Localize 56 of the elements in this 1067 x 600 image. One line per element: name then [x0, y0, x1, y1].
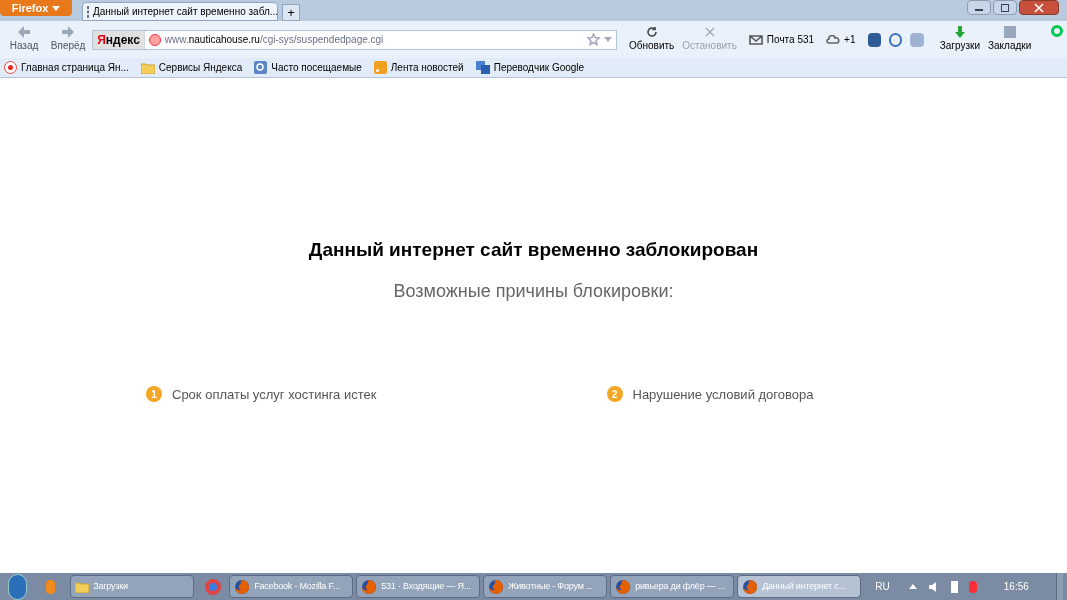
caret-icon	[52, 5, 61, 11]
rss-icon	[373, 61, 387, 74]
browser-tab[interactable]: Данный интернет сайт временно забл...	[82, 2, 278, 21]
yandex-logo: Яндекс	[93, 30, 145, 49]
star-icon[interactable]	[587, 33, 600, 46]
cloud-icon	[826, 35, 841, 44]
bookmark-item[interactable]: Переводчик Google	[475, 60, 585, 75]
new-tab-button[interactable]: +	[282, 4, 300, 21]
bookmark-item[interactable]: Лента новостей	[373, 60, 464, 75]
reload-icon	[645, 26, 658, 38]
tab-title: Данный интернет сайт временно забл...	[93, 5, 279, 19]
bookmarks-button[interactable]: Закладки	[988, 26, 1032, 53]
firefox-icon	[488, 578, 505, 595]
back-arrow-icon	[18, 26, 31, 38]
folder-icon	[75, 580, 90, 593]
magnifier-icon	[254, 61, 268, 74]
close-button[interactable]	[1019, 0, 1059, 15]
start-button[interactable]	[8, 573, 27, 600]
bookmark-item[interactable]: Сервисы Яндекса	[140, 60, 243, 75]
download-arrow-icon	[953, 26, 966, 38]
reason-text: Срок оплаты услуг хостинга истек	[172, 385, 377, 404]
url-text: www.nauticahouse.ru/cgi-sys/suspendedpage.cgi	[164, 33, 384, 47]
reload-button[interactable]: Обновить	[629, 26, 675, 53]
sync-icon[interactable]	[1051, 25, 1063, 37]
translate-icon	[475, 61, 490, 74]
forward-button[interactable]: Вперёд	[48, 26, 89, 53]
cloud-button[interactable]: +1	[826, 32, 856, 47]
stop-icon	[703, 26, 716, 38]
page-subheading: Возможные причины блокировки:	[393, 279, 674, 303]
address-bar[interactable]: Яндекс www.nauticahouse.ru/cgi-sys/suspendedpage.cgi	[92, 29, 617, 50]
minimize-button[interactable]	[967, 0, 991, 15]
firefox-icon	[742, 578, 759, 595]
show-desktop-button[interactable]	[1055, 573, 1063, 600]
downloads-button[interactable]: Загрузки	[939, 26, 980, 53]
folder-icon	[140, 61, 155, 74]
mail-button[interactable]: Почта 531	[748, 32, 815, 47]
addon-icon[interactable]	[867, 32, 881, 47]
back-button[interactable]: Назад	[4, 26, 45, 53]
restore-button[interactable]	[993, 0, 1017, 15]
bookmark-item[interactable]: Главная страница Ян...	[4, 60, 129, 75]
close-icon	[1034, 2, 1044, 13]
page-heading: Данный интернет сайт временно заблокирован	[308, 238, 759, 262]
firefox-icon	[234, 578, 251, 595]
site-icon	[148, 33, 161, 46]
yandex-icon	[4, 61, 17, 74]
firefox-icon	[615, 578, 632, 595]
firefox-icon	[361, 578, 378, 595]
dropdown-icon[interactable]	[604, 37, 612, 42]
reason-text: Нарушение условий договора	[632, 385, 814, 404]
number-badge: 2	[606, 386, 623, 403]
envelope-icon	[748, 34, 763, 45]
number-badge: 1	[146, 386, 162, 403]
bookmark-item[interactable]: Часто посещаемые	[254, 60, 362, 75]
tray-arrow-icon[interactable]	[908, 584, 917, 589]
forward-arrow-icon	[62, 26, 75, 38]
addon-icon[interactable]	[888, 32, 903, 47]
